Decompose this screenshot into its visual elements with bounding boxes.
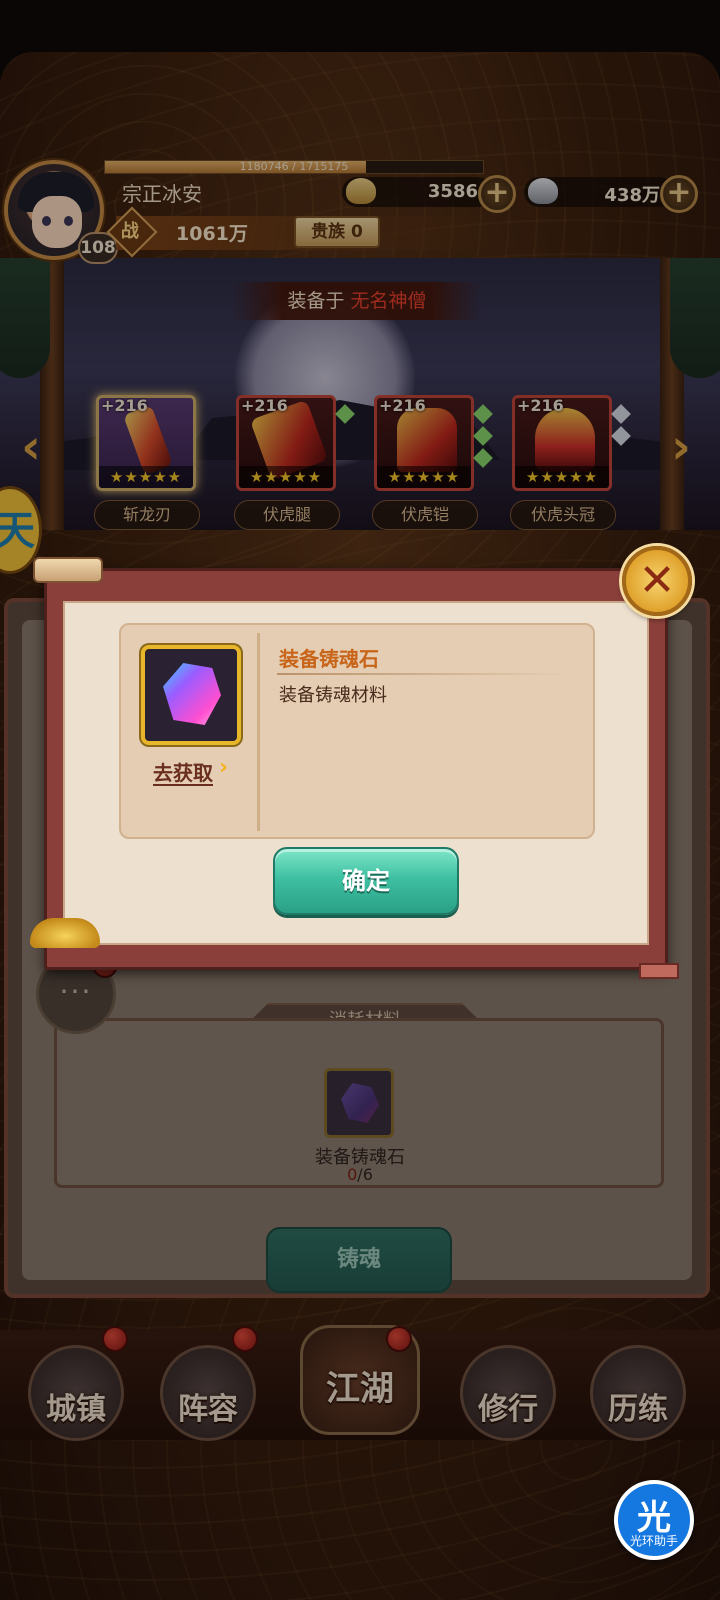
confirm-button[interactable]: 确定 <box>273 847 459 915</box>
enhance-level: +216 <box>517 396 564 415</box>
add-silver-button[interactable]: + <box>660 175 698 213</box>
avatar-eye <box>64 216 73 226</box>
status-bar <box>0 0 720 52</box>
equipment-card: +216 ★★★★★ <box>96 395 196 491</box>
slot-name-helmet: 伏虎头冠 <box>510 500 616 530</box>
silver-currency: 438万 + <box>524 175 704 213</box>
item-description: 装备铸魂材料 <box>279 685 387 706</box>
curtain-right <box>670 258 720 378</box>
prev-arrow-icon[interactable]: ‹ <box>14 420 48 474</box>
nav-town[interactable]: 城镇 <box>28 1345 124 1441</box>
dialog-corner-ornament <box>33 557 103 583</box>
enhance-level: +216 <box>379 396 426 415</box>
dialog-body: 去获取 › 装备铸魂石 装备铸魂材料 确定 <box>63 601 649 945</box>
chevron-right-icon[interactable]: › <box>219 755 228 780</box>
equipped-on-banner: 装备于 无名神僧 <box>232 282 482 320</box>
combat-power-value: 1061万 <box>176 223 248 245</box>
armor-icon <box>397 408 457 472</box>
enhance-level: +216 <box>241 396 288 415</box>
curtain-left <box>0 258 50 378</box>
item-title: 装备铸魂石 <box>279 647 379 671</box>
equipment-slot-armor[interactable]: +216 ★★★★★ <box>374 395 493 495</box>
nav-lineup[interactable]: 阵容 <box>160 1345 256 1441</box>
soul-stone-icon <box>163 663 221 725</box>
avatar-face <box>32 196 82 248</box>
star-rating: ★★★★★ <box>99 466 193 488</box>
exp-bar: 1180746 / 1715175 <box>104 160 484 174</box>
sword-icon <box>122 404 174 476</box>
material-count: 0/6 <box>290 1165 430 1184</box>
exp-text: 1180746 / 1715175 <box>239 160 349 173</box>
silver-value: 438万 <box>604 185 660 206</box>
equipment-card: +216 ★★★★★ <box>512 395 612 491</box>
item-info-dialog: 去获取 › 装备铸魂石 装备铸魂材料 确定 <box>33 557 679 979</box>
star-rating: ★★★★★ <box>515 466 609 488</box>
avatar-eye <box>42 216 51 226</box>
info-divider <box>257 633 260 831</box>
nav-label: 城镇 <box>46 1392 106 1427</box>
nav-label: 江湖 <box>326 1369 394 1409</box>
slot-name-armor: 伏虎铠 <box>372 500 478 530</box>
equipment-slot-legs[interactable]: +216 ★★★★★ <box>236 395 355 495</box>
helmet-icon <box>535 408 595 472</box>
material-count-have: 0 <box>347 1165 358 1184</box>
material-count-need: /6 <box>357 1165 373 1184</box>
player-name: 宗正冰安 <box>122 182 202 206</box>
gold-value: 3586 <box>427 181 478 202</box>
nav-label: 阵容 <box>178 1392 238 1427</box>
equipped-hero-name: 无名神僧 <box>350 290 427 312</box>
gold-ingot-icon <box>346 178 376 204</box>
equipment-slot-weapon[interactable]: +216 ★★★★★ <box>96 395 200 495</box>
silver-ingot-icon <box>528 178 558 204</box>
soul-stone-icon <box>341 1083 379 1123</box>
star-rating: ★★★★★ <box>377 466 471 488</box>
get-item-link[interactable]: 去获取 <box>153 757 213 786</box>
combat-power: 战 1061万 贵族 0 <box>104 206 496 258</box>
nav-cultivation[interactable]: 修行 <box>460 1345 556 1441</box>
combat-power-label: 战 <box>120 220 139 242</box>
equipment-card: +216 ★★★★★ <box>374 395 474 491</box>
slot-name-weapon: 斩龙刃 <box>94 500 200 530</box>
enhance-level: +216 <box>101 396 148 415</box>
equipment-slot-helmet[interactable]: +216 ★★★★★ <box>512 395 631 495</box>
notification-dot <box>386 1326 412 1352</box>
close-dialog-button[interactable]: ✕ <box>622 546 692 616</box>
helper-label: 光环助手 <box>629 1534 678 1548</box>
title-underline <box>277 673 567 675</box>
close-x-icon: ✕ <box>638 555 676 606</box>
gold-currency: 3586 + <box>342 175 522 213</box>
noble-badge[interactable]: 贵族 0 <box>294 216 380 248</box>
slot-name-legs: 伏虎腿 <box>234 500 340 530</box>
star-rating: ★★★★★ <box>239 466 333 488</box>
add-gold-button[interactable]: + <box>478 175 516 213</box>
equipped-prefix: 装备于 <box>287 290 345 312</box>
nav-label: 修行 <box>478 1392 538 1427</box>
equipment-card: +216 ★★★★★ <box>236 395 336 491</box>
item-icon-frame <box>141 645 241 745</box>
item-info-card: 去获取 › 装备铸魂石 装备铸魂材料 <box>119 623 595 839</box>
next-arrow-icon[interactable]: › <box>664 420 698 474</box>
helper-float-button[interactable]: 光 光环助手 <box>614 1480 694 1560</box>
player-top-bar: 1180746 / 1715175 108 宗正冰安 3586 + 438万 +… <box>0 160 720 264</box>
notification-dot <box>102 1326 128 1352</box>
gold-cloud-ornament <box>30 918 100 948</box>
material-slot[interactable] <box>324 1068 394 1138</box>
nav-label: 历练 <box>608 1392 668 1427</box>
nav-training[interactable]: 历练 <box>590 1345 686 1441</box>
notification-dot <box>232 1326 258 1352</box>
dialog-corner-ornament <box>639 963 679 979</box>
forge-soul-button[interactable]: 铸魂 <box>266 1227 452 1293</box>
